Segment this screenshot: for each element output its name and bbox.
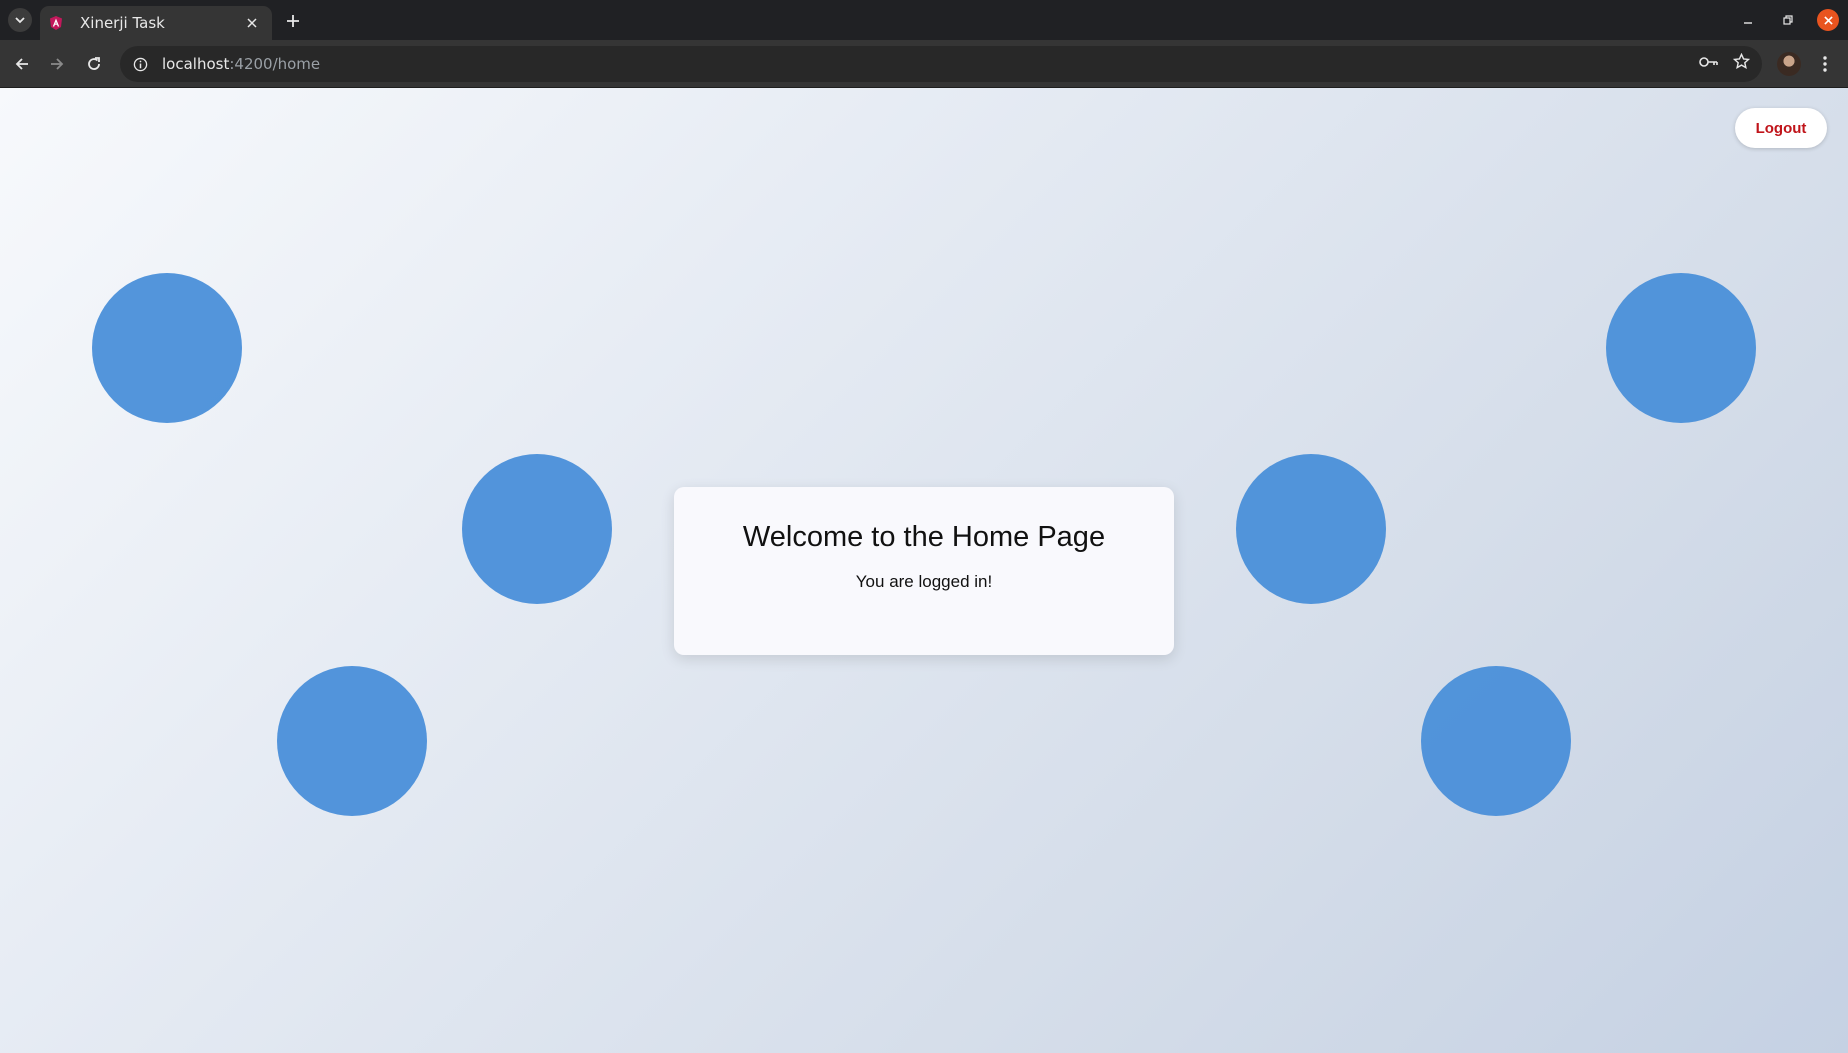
- profile-avatar[interactable]: [1777, 52, 1801, 76]
- tab-search-button[interactable]: [8, 8, 32, 32]
- browser-menu-button[interactable]: [1813, 52, 1837, 76]
- url-text[interactable]: localhost:4200/home: [162, 55, 320, 73]
- angular-favicon-icon: [48, 15, 64, 31]
- password-key-icon[interactable]: [1699, 55, 1719, 74]
- more-vertical-icon: [1823, 56, 1827, 72]
- minimize-icon: [1744, 22, 1752, 24]
- page-title: Welcome to the Home Page: [742, 521, 1106, 553]
- back-button[interactable]: [8, 50, 36, 78]
- tab-title: Xinerji Task: [80, 14, 165, 32]
- bookmark-star-icon[interactable]: [1732, 52, 1751, 75]
- chevron-down-icon: [15, 17, 25, 24]
- decorative-circle: [1606, 273, 1756, 423]
- logout-button[interactable]: Logout: [1735, 108, 1827, 148]
- url-host: localhost: [162, 55, 230, 73]
- tab-close-icon[interactable]: [242, 13, 262, 33]
- decorative-circle: [462, 454, 612, 604]
- reload-icon: [88, 57, 100, 70]
- new-tab-button[interactable]: [282, 10, 304, 32]
- tab-strip: Xinerji Task: [0, 0, 1848, 40]
- decorative-circle: [92, 273, 242, 423]
- window-controls: [1728, 0, 1848, 40]
- site-info-icon[interactable]: [130, 54, 150, 74]
- arrow-right-icon: [51, 58, 64, 70]
- reload-button[interactable]: [80, 50, 108, 78]
- welcome-card: Welcome to the Home Page You are logged …: [674, 487, 1174, 655]
- close-window-button[interactable]: [1808, 0, 1848, 40]
- browser-toolbar: localhost:4200/home: [0, 40, 1848, 88]
- login-status-message: You are logged in!: [855, 572, 993, 591]
- active-tab[interactable]: Xinerji Task: [40, 6, 272, 40]
- plus-icon: [287, 15, 299, 27]
- browser-window: Xinerji Task localhost:4200/home Logout …: [0, 0, 1848, 1053]
- forward-button[interactable]: [43, 50, 71, 78]
- decorative-circle: [1236, 454, 1386, 604]
- address-bar[interactable]: localhost:4200/home: [120, 46, 1762, 82]
- url-path: :4200/home: [229, 55, 321, 73]
- restore-icon: [1783, 15, 1793, 25]
- close-icon: [1817, 9, 1839, 31]
- arrow-left-icon: [15, 58, 28, 70]
- page-viewport: Logout Welcome to the Home Page You are …: [0, 88, 1848, 1053]
- minimize-button[interactable]: [1728, 0, 1768, 40]
- decorative-circle: [277, 666, 427, 816]
- restore-button[interactable]: [1768, 0, 1808, 40]
- decorative-circle: [1421, 666, 1571, 816]
